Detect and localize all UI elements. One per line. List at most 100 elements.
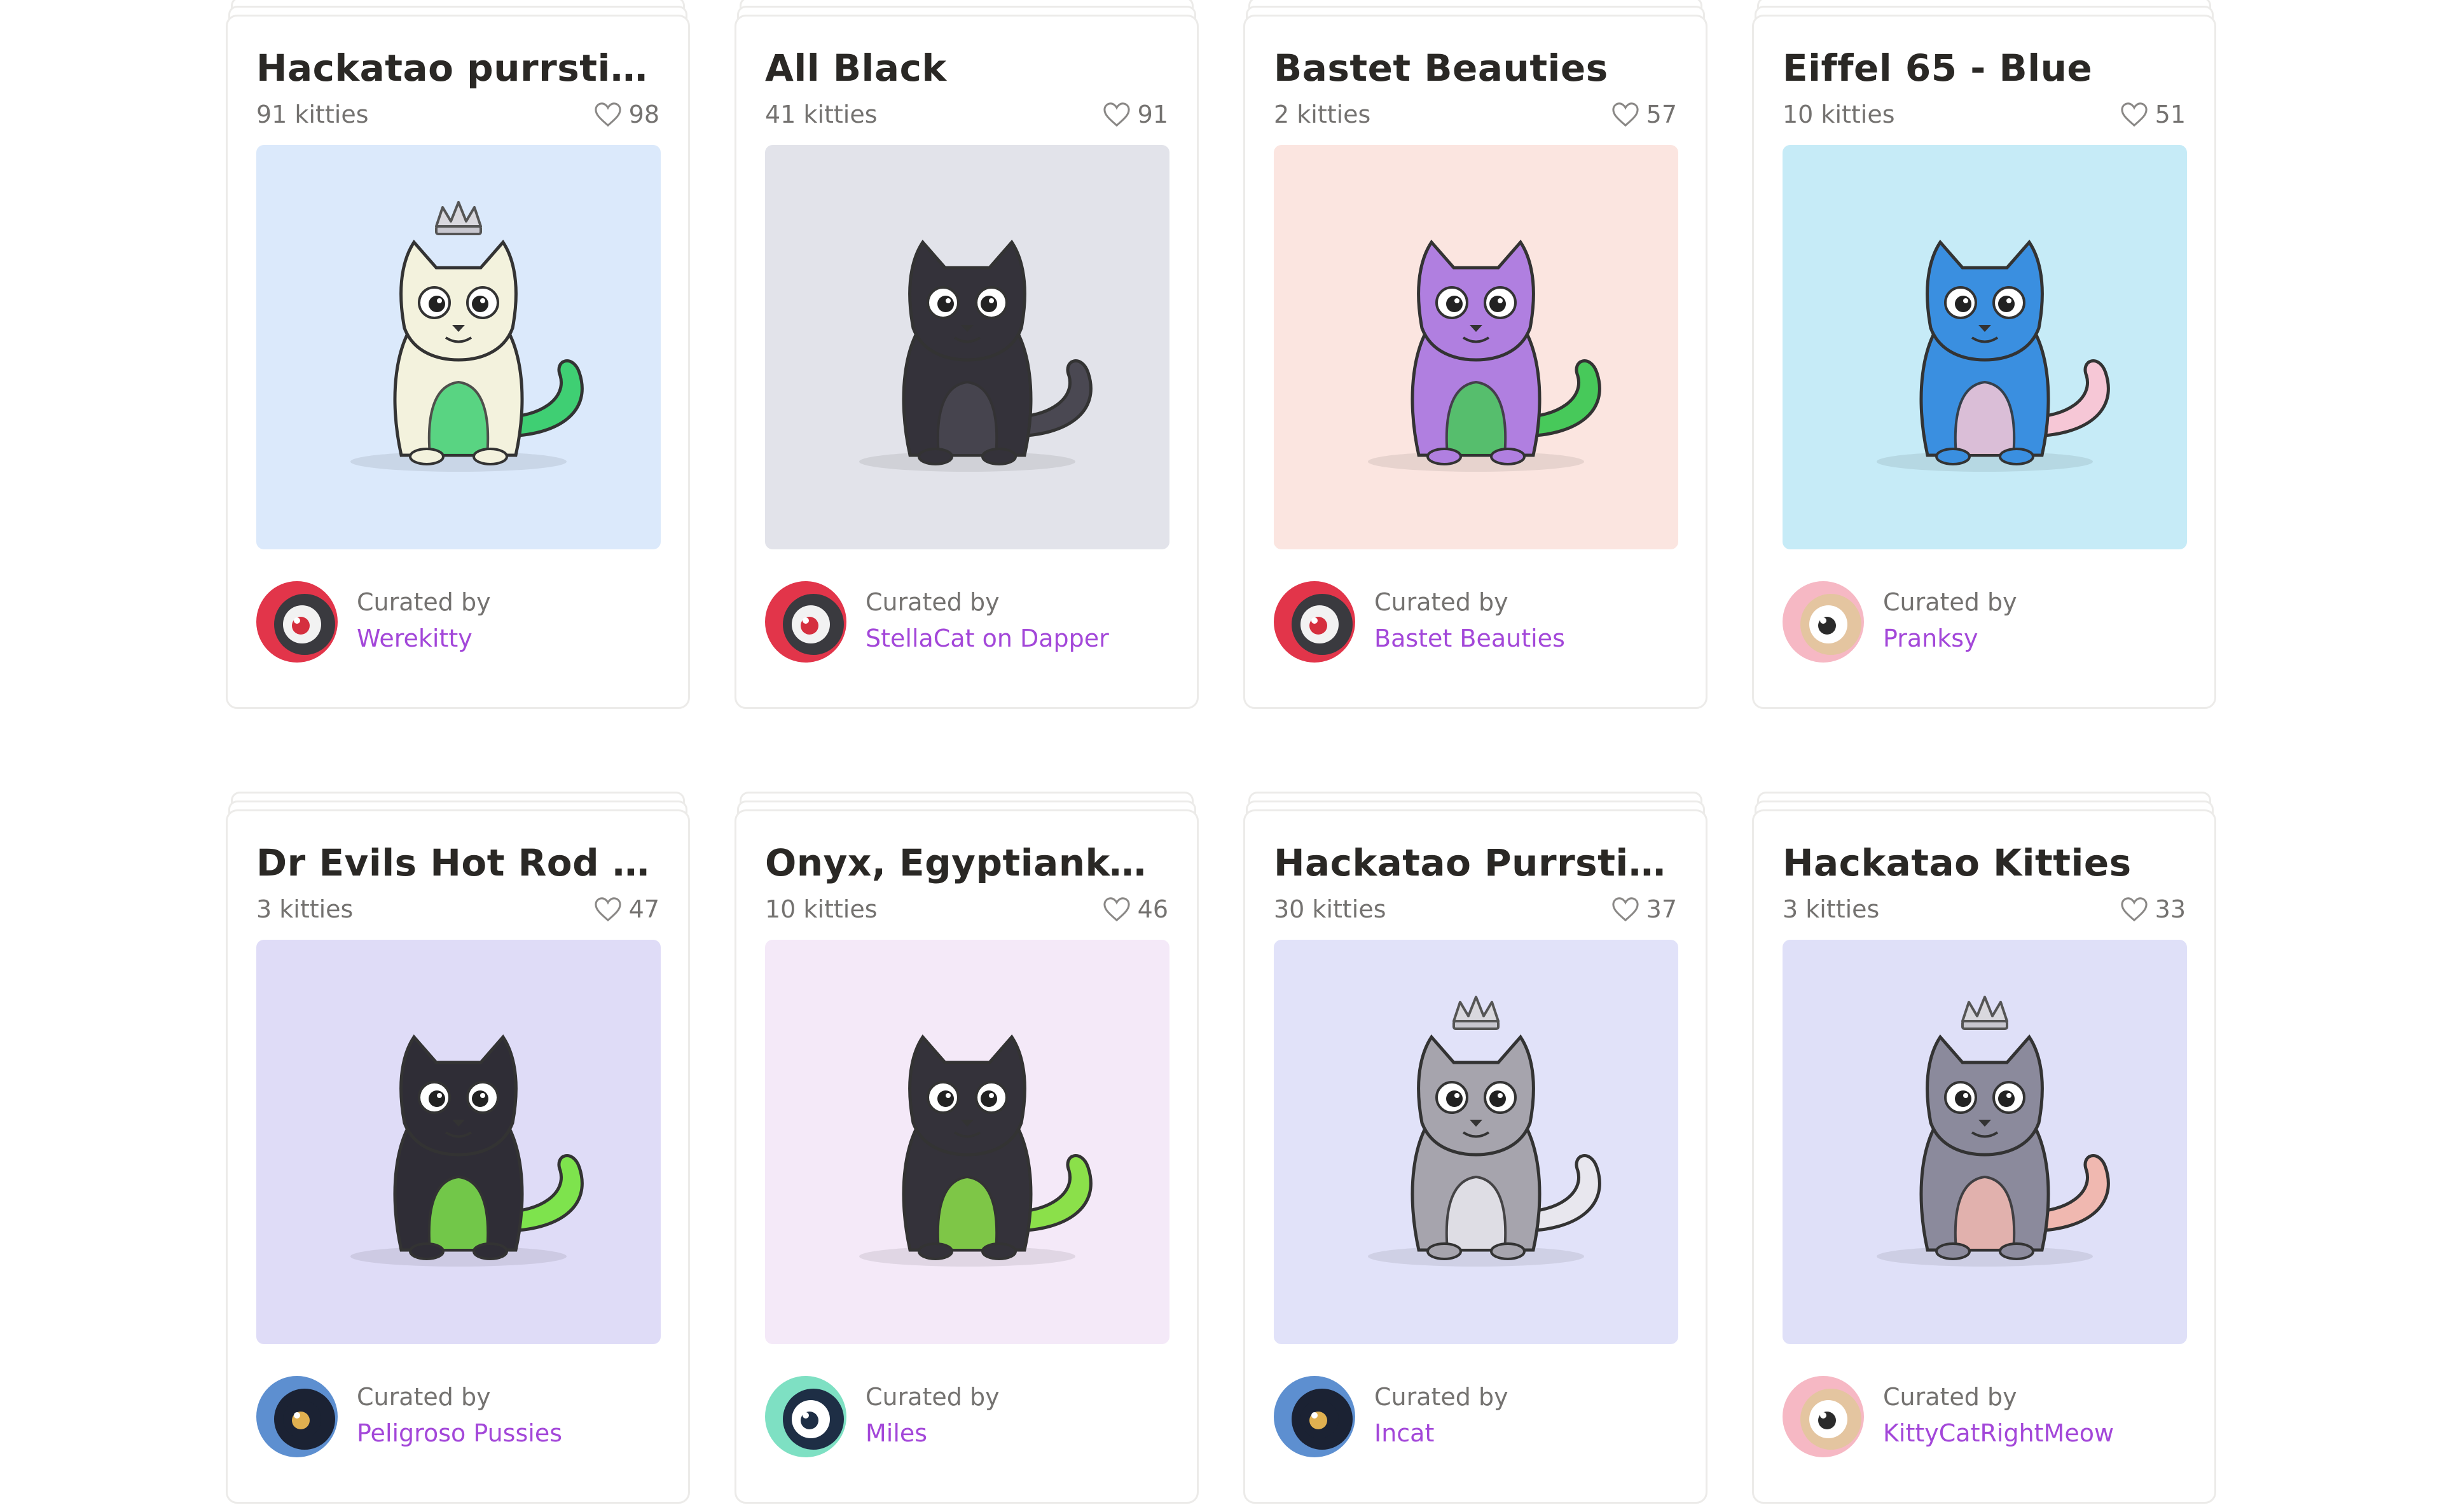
- kitty-count: 2 kitties: [1274, 100, 1371, 128]
- like-count: 33: [2155, 895, 2186, 923]
- curator-avatar[interactable]: [1274, 581, 1355, 663]
- curator-name-link[interactable]: KittyCatRightMeow: [1883, 1414, 2114, 1453]
- kitty-count: 91 kitties: [256, 100, 369, 128]
- curated-by-label: Curated by: [866, 1382, 1000, 1411]
- collection-cover-image[interactable]: [765, 939, 1169, 1344]
- collection-card[interactable]: Hackatao Kitties 3 kitties 33 Curated by…: [1752, 792, 2216, 1504]
- collection-title[interactable]: All Black: [765, 48, 1168, 89]
- crown-icon: [435, 200, 482, 235]
- kitty-artwork: [1368, 239, 1601, 472]
- avatar-image: [765, 581, 846, 663]
- kitty-artwork: [1877, 239, 2110, 472]
- kitty-count: 3 kitties: [1783, 895, 1880, 923]
- collection-card[interactable]: Onyx, Egyptiankohl, ... 10 kitties 46: [735, 792, 1199, 1504]
- collection-card[interactable]: Bastet Beauties 2 kitties 57 Curated by …: [1243, 0, 1707, 709]
- avatar-image: [1274, 1375, 1355, 1457]
- kitty-artwork: [350, 1034, 584, 1267]
- collection-cover-image[interactable]: [1783, 939, 2187, 1344]
- avatar-image: [1783, 581, 1864, 663]
- kitty-count: 10 kitties: [765, 895, 878, 923]
- heart-icon[interactable]: [1611, 896, 1640, 923]
- collection-cover-image[interactable]: [1274, 144, 1678, 549]
- curator-avatar[interactable]: [1783, 581, 1864, 663]
- heart-icon[interactable]: [2120, 101, 2149, 128]
- curator-avatar[interactable]: [256, 1375, 338, 1457]
- collection-card[interactable]: Hackatao Purrstige 30 kitties 37 Curated…: [1243, 792, 1707, 1504]
- kitty-artwork: [1368, 995, 1601, 1267]
- collection-title[interactable]: Eiffel 65 - Blue: [1783, 48, 2186, 89]
- like-count: 98: [628, 100, 659, 128]
- collection-cover-image[interactable]: [1274, 939, 1678, 1344]
- curator-name-link[interactable]: Pranksy: [1883, 619, 2017, 658]
- curated-by-label: Curated by: [866, 588, 1000, 616]
- heart-icon[interactable]: [593, 896, 623, 923]
- kitty-artwork: [859, 1034, 1093, 1267]
- like-count: 57: [1646, 100, 1677, 128]
- curator-avatar[interactable]: [765, 581, 846, 663]
- avatar-image: [765, 1375, 846, 1457]
- like-count: 91: [1137, 100, 1168, 128]
- heart-icon[interactable]: [1102, 101, 1131, 128]
- curator-avatar[interactable]: [765, 1375, 846, 1457]
- collection-title[interactable]: Hackatao purrstiges: [256, 48, 659, 89]
- kitty-count: 30 kitties: [1274, 895, 1386, 923]
- kitty-count: 41 kitties: [765, 100, 878, 128]
- curator-avatar[interactable]: [1274, 1375, 1355, 1457]
- collection-cover-image[interactable]: [256, 939, 661, 1344]
- collection-card[interactable]: All Black 41 kitties 91 Curated by Stell…: [735, 0, 1199, 709]
- curator-name-link[interactable]: Miles: [866, 1414, 1000, 1453]
- curated-by-label: Curated by: [1883, 588, 2017, 616]
- curated-by-label: Curated by: [1883, 1382, 2017, 1411]
- curated-by-label: Curated by: [1374, 1382, 1508, 1411]
- curator-avatar[interactable]: [1783, 1375, 1864, 1457]
- curated-by-label: Curated by: [1374, 588, 1508, 616]
- collection-card[interactable]: Eiffel 65 - Blue 10 kitties 51 Curated b…: [1752, 0, 2216, 709]
- curated-by-label: Curated by: [357, 588, 491, 616]
- collection-title[interactable]: Hackatao Purrstige: [1274, 843, 1677, 884]
- like-count: 51: [2155, 100, 2186, 128]
- kitty-count: 3 kitties: [256, 895, 354, 923]
- like-button[interactable]: 57: [1611, 100, 1677, 128]
- heart-icon[interactable]: [1102, 896, 1131, 923]
- avatar-image: [1274, 581, 1355, 663]
- like-button[interactable]: 46: [1102, 895, 1168, 923]
- kitty-artwork: [1877, 995, 2110, 1267]
- heart-icon[interactable]: [2120, 896, 2149, 923]
- like-button[interactable]: 98: [593, 100, 659, 128]
- crown-icon: [1452, 995, 1500, 1030]
- like-button[interactable]: 47: [593, 895, 659, 923]
- kitty-count: 10 kitties: [1783, 100, 1895, 128]
- collection-cover-image[interactable]: [1783, 144, 2187, 549]
- kitty-artwork: [859, 239, 1093, 472]
- curated-by-label: Curated by: [357, 1382, 491, 1411]
- avatar-image: [1783, 1375, 1864, 1457]
- like-button[interactable]: 37: [1611, 895, 1677, 923]
- avatar-image: [256, 581, 338, 663]
- like-count: 37: [1646, 895, 1677, 923]
- heart-icon[interactable]: [593, 101, 623, 128]
- curator-avatar[interactable]: [256, 581, 338, 663]
- curator-name-link[interactable]: Incat: [1374, 1414, 1508, 1453]
- like-count: 47: [628, 895, 659, 923]
- like-count: 46: [1137, 895, 1168, 923]
- heart-icon[interactable]: [1611, 101, 1640, 128]
- curator-name-link[interactable]: StellaCat on Dapper: [866, 619, 1109, 658]
- collection-title[interactable]: Dr Evils Hot Rod seri...: [256, 843, 659, 884]
- kitty-artwork: [350, 200, 584, 472]
- collection-title[interactable]: Onyx, Egyptiankohl, ...: [765, 843, 1168, 884]
- curator-name-link[interactable]: Bastet Beauties: [1374, 619, 1565, 658]
- curator-name-link[interactable]: Werekitty: [357, 619, 491, 658]
- curator-name-link[interactable]: Peligroso Pussies: [357, 1414, 562, 1453]
- collection-cover-image[interactable]: [765, 144, 1169, 549]
- collection-card[interactable]: Hackatao purrstiges 91 kitties 98 Curate…: [226, 0, 690, 709]
- like-button[interactable]: 91: [1102, 100, 1168, 128]
- avatar-image: [256, 1375, 338, 1457]
- collection-card[interactable]: Dr Evils Hot Rod seri... 3 kitties 47: [226, 792, 690, 1504]
- collection-title[interactable]: Hackatao Kitties: [1783, 843, 2186, 884]
- collection-title[interactable]: Bastet Beauties: [1274, 48, 1677, 89]
- crown-icon: [1961, 995, 2008, 1030]
- collection-cover-image[interactable]: [256, 144, 661, 549]
- like-button[interactable]: 51: [2120, 100, 2186, 128]
- collections-grid: Hackatao purrstiges 91 kitties 98 Curate…: [226, 0, 2216, 1504]
- like-button[interactable]: 33: [2120, 895, 2186, 923]
